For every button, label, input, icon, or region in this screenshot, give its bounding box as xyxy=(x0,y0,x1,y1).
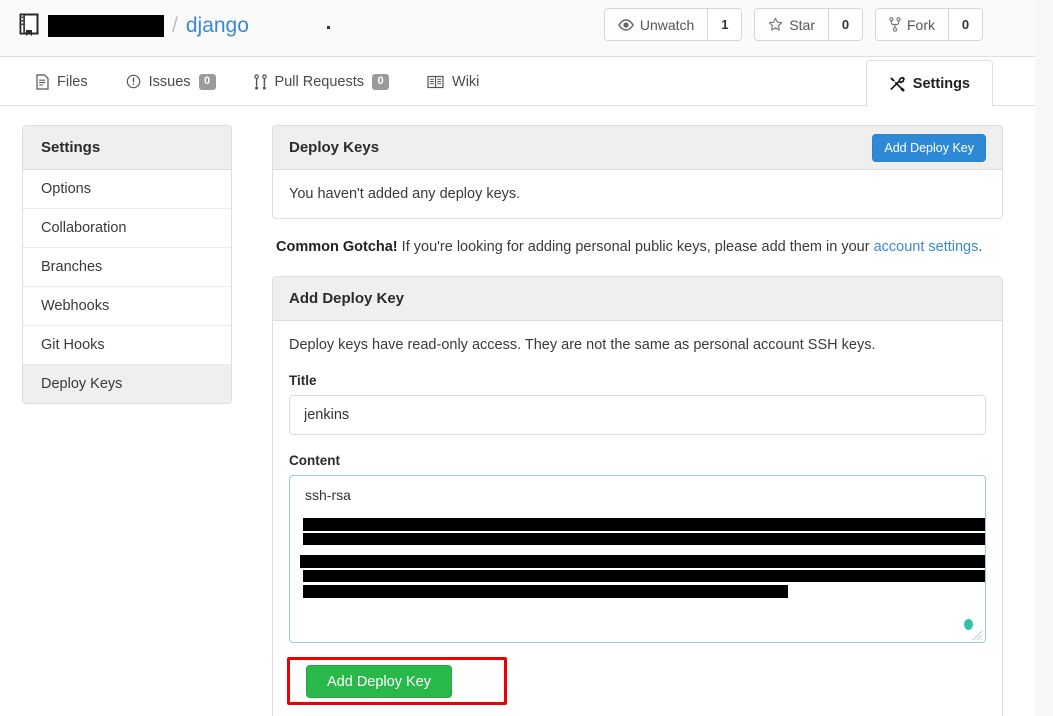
nav-tab-pull-requests-badge: 0 xyxy=(372,73,390,90)
nav-tab-issues-badge: 0 xyxy=(198,73,216,90)
sidebar-item-git-hooks[interactable]: Git Hooks xyxy=(23,326,231,365)
account-settings-link[interactable]: account settings xyxy=(874,239,979,255)
deploy-keys-panel-title: Deploy Keys xyxy=(289,139,380,156)
file-icon xyxy=(36,73,49,90)
key-redaction-bar xyxy=(300,555,985,569)
nav-tab-files-label: Files xyxy=(57,73,88,90)
key-redaction-bar xyxy=(303,533,985,546)
nav-tab-pull-requests[interactable]: Pull Requests 0 xyxy=(248,58,395,106)
unwatch-label: Unwatch xyxy=(639,16,695,33)
sidebar-item-webhooks[interactable]: Webhooks xyxy=(23,287,231,326)
deploy-key-content-textarea[interactable]: ssh-rsa xyxy=(289,475,986,644)
sidebar-heading: Settings xyxy=(23,126,231,170)
unwatch-button[interactable]: Unwatch xyxy=(604,9,708,40)
book-icon xyxy=(427,75,444,89)
content-field-block: Content ssh-rsa xyxy=(289,453,986,644)
page-body: Settings Options Collaboration Branches … xyxy=(0,107,1035,716)
common-gotcha-tail: . xyxy=(978,239,983,255)
nav-tab-pull-requests-label: Pull Requests xyxy=(274,73,365,90)
key-redaction-bar xyxy=(303,518,985,532)
nav-tab-settings-label: Settings xyxy=(912,75,970,92)
content-field-label: Content xyxy=(289,453,340,469)
nav-tab-wiki-label: Wiki xyxy=(452,73,480,90)
key-redaction-bar xyxy=(303,570,985,583)
add-deploy-key-header-button[interactable]: Add Deploy Key xyxy=(872,133,986,162)
textarea-resize-handle[interactable] xyxy=(971,629,983,641)
star-label: Star xyxy=(789,16,815,33)
sidebar-item-collaboration[interactable]: Collaboration xyxy=(23,209,231,248)
sidebar-item-deploy-keys[interactable]: Deploy Keys xyxy=(23,365,231,403)
pull-request-icon xyxy=(253,73,267,90)
fork-button[interactable]: Fork xyxy=(876,9,948,40)
add-deploy-key-panel-title: Add Deploy Key xyxy=(289,290,405,308)
eye-icon xyxy=(618,18,634,31)
unwatch-count: 1 xyxy=(707,9,742,40)
star-button[interactable]: Star xyxy=(755,9,828,40)
fork-count: 0 xyxy=(948,9,982,40)
nav-tab-issues[interactable]: Issues 0 xyxy=(120,58,222,106)
deploy-keys-panel: Deploy Keys Add Deploy Key You haven't a… xyxy=(272,125,1003,219)
settings-content: Deploy Keys Add Deploy Key You haven't a… xyxy=(272,125,1003,716)
title-field-block: Title xyxy=(289,373,986,436)
repo-owner-redaction xyxy=(48,15,164,37)
star-button-group[interactable]: Star 0 xyxy=(754,8,863,41)
common-gotcha-bold: Common Gotcha! xyxy=(276,239,398,255)
deploy-key-title-input[interactable] xyxy=(289,395,986,436)
sidebar-item-options[interactable]: Options xyxy=(23,170,231,209)
common-gotcha-note: Common Gotcha! If you're looking for add… xyxy=(276,237,1003,257)
star-count: 0 xyxy=(828,9,862,40)
repository-title: / django xyxy=(18,7,249,43)
repository-nav-bar: Files Issues 0 Pull Requests 0 Wiki Sett… xyxy=(0,57,1035,107)
nav-tab-wiki[interactable]: Wiki xyxy=(421,58,485,106)
add-deploy-key-panel: Add Deploy Key Deploy keys have read-onl… xyxy=(272,276,1003,716)
title-field-label: Title xyxy=(289,373,317,389)
repo-name-link[interactable]: django xyxy=(186,15,249,36)
add-deploy-key-form: Deploy keys have read-only access. They … xyxy=(273,321,1002,716)
repository-action-buttons: Unwatch 1 Star 0 Fork 0 xyxy=(603,8,983,41)
nav-tab-issues-label: Issues xyxy=(148,73,191,90)
nav-tab-list: Files Issues 0 Pull Requests 0 Wiki xyxy=(30,57,485,106)
repo-path-separator: / xyxy=(172,13,178,37)
add-deploy-key-submit-button[interactable]: Add Deploy Key xyxy=(306,665,452,699)
deploy-key-content-text: ssh-rsa xyxy=(305,487,351,504)
repository-header: / django Unwatch 1 Star 0 Fork 0 xyxy=(0,0,1035,57)
fork-button-group[interactable]: Fork 0 xyxy=(875,8,983,41)
sidebar-item-branches[interactable]: Branches xyxy=(23,248,231,287)
common-gotcha-text: If you're looking for adding personal pu… xyxy=(397,239,874,255)
deploy-key-note: Deploy keys have read-only access. They … xyxy=(289,337,876,354)
nav-tab-settings[interactable]: Settings xyxy=(865,60,993,107)
add-deploy-key-panel-header: Add Deploy Key xyxy=(273,277,1002,322)
star-icon xyxy=(768,17,783,32)
tools-icon xyxy=(889,76,905,92)
key-redaction-bar xyxy=(303,585,788,599)
page-root: / django Unwatch 1 Star 0 Fork 0 Files I… xyxy=(0,0,1053,716)
page-right-gutter xyxy=(1035,0,1053,716)
nav-tab-files[interactable]: Files xyxy=(30,58,94,106)
settings-sidebar: Settings Options Collaboration Branches … xyxy=(22,125,232,404)
repo-book-icon xyxy=(18,13,48,37)
unwatch-button-group[interactable]: Unwatch 1 xyxy=(603,8,743,41)
deploy-keys-empty-message: You haven't added any deploy keys. xyxy=(289,186,521,202)
fork-label: Fork xyxy=(907,16,935,33)
submit-row: Add Deploy Key xyxy=(287,657,986,706)
stray-dot-artifact xyxy=(327,26,330,29)
issue-opened-icon xyxy=(126,74,141,89)
deploy-keys-panel-header: Deploy Keys Add Deploy Key xyxy=(273,126,1002,170)
fork-icon xyxy=(889,17,901,32)
